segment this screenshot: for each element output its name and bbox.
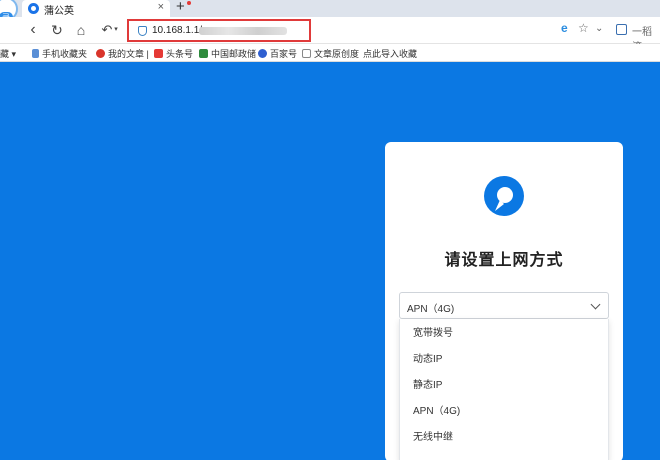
chevron-down-icon[interactable]: ▾ (112, 20, 120, 40)
browser-window: 录 蒲公英 × + ‹ ↻ ⌂ ↶ ▾ 10.168.1.1/o e ☆ ⌄ 一… (0, 0, 660, 460)
tab-active[interactable]: 蒲公英 × (22, 0, 170, 17)
selected-value: APN（4G) (407, 304, 455, 315)
home-icon[interactable]: ⌂ (72, 20, 90, 40)
security-shield-icon (138, 26, 147, 36)
ie-compat-icon[interactable]: e (561, 21, 568, 35)
bookmarks-bar: 藏 ▾ 手机收藏夹 我的文章 | 头条号 中国邮政储 百家号 文章原创度 点此导… (0, 44, 660, 62)
address-bar[interactable]: 10.168.1.1/o (127, 19, 311, 42)
tab-close-icon[interactable]: × (158, 1, 164, 13)
bookmark-label: 中国邮政储 (211, 49, 257, 59)
option-dhcp[interactable]: 动态IP (413, 350, 442, 370)
new-tab-button[interactable]: + (176, 0, 191, 15)
bookmark-item[interactable]: 手机收藏夹 (32, 47, 87, 60)
document-icon (302, 49, 311, 58)
option-apn[interactable]: APN（4G) (413, 402, 460, 422)
bookmark-label: 我的文章 | (108, 49, 149, 59)
post-icon (199, 49, 208, 58)
extension-icon[interactable] (616, 24, 627, 35)
option-static-ip[interactable]: 静态IP (413, 376, 442, 396)
bookmark-label: 文章原创度 (314, 49, 360, 59)
page-title: 请设置上网方式 (444, 252, 564, 269)
phone-icon (32, 49, 39, 58)
bookmark-item[interactable]: 百家号 (258, 47, 297, 60)
navigation-bar: ‹ ↻ ⌂ ↶ ▾ 10.168.1.1/o e ☆ ⌄ 一稻济 (0, 17, 660, 53)
chevron-down-icon[interactable]: ⌄ (595, 23, 603, 34)
tab-strip: 录 蒲公英 × + (0, 0, 660, 23)
bookmarks-menu[interactable]: 藏 ▾ (0, 47, 16, 60)
chevron-down-icon (590, 299, 601, 310)
setup-card: 请设置上网方式 APN（4G) 宽带拨号 动态IP 静态IP APN（4G) 无… (385, 142, 623, 460)
dandelion-favicon-icon (28, 3, 39, 14)
toutiao-icon (154, 49, 163, 58)
star-icon[interactable]: ☆ (578, 21, 589, 35)
bookmark-item[interactable]: 文章原创度 (302, 47, 359, 60)
blurred-url-segment (199, 27, 287, 35)
bookmark-item[interactable]: 我的文章 | (96, 47, 149, 60)
connection-type-options: 宽带拨号 动态IP 静态IP APN（4G) 无线中继 (399, 319, 609, 460)
option-pppoe[interactable]: 宽带拨号 (413, 324, 453, 344)
refresh-icon[interactable]: ↻ (48, 20, 66, 40)
connection-type-select[interactable]: APN（4G) (399, 292, 609, 319)
dandelion-logo-icon (484, 176, 524, 216)
paw-icon (258, 49, 267, 58)
import-bookmarks-link[interactable]: 点此导入收藏 (363, 47, 417, 60)
page-content: 请设置上网方式 APN（4G) 宽带拨号 动态IP 静态IP APN（4G) 无… (0, 62, 660, 460)
bookmark-item[interactable]: 中国邮政储 (199, 47, 256, 60)
app-icon (96, 49, 105, 58)
bookmark-label: 手机收藏夹 (42, 49, 88, 59)
notification-dot (187, 1, 191, 5)
option-wireless-repeater[interactable]: 无线中继 (413, 428, 453, 448)
tab-title: 蒲公英 (44, 6, 74, 17)
plus-icon: + (176, 0, 185, 15)
bookmark-label: 头条号 (166, 49, 194, 59)
back-icon[interactable]: ‹ (24, 20, 42, 40)
bookmark-item[interactable]: 头条号 (154, 47, 193, 60)
bookmark-label: 百家号 (270, 49, 298, 59)
